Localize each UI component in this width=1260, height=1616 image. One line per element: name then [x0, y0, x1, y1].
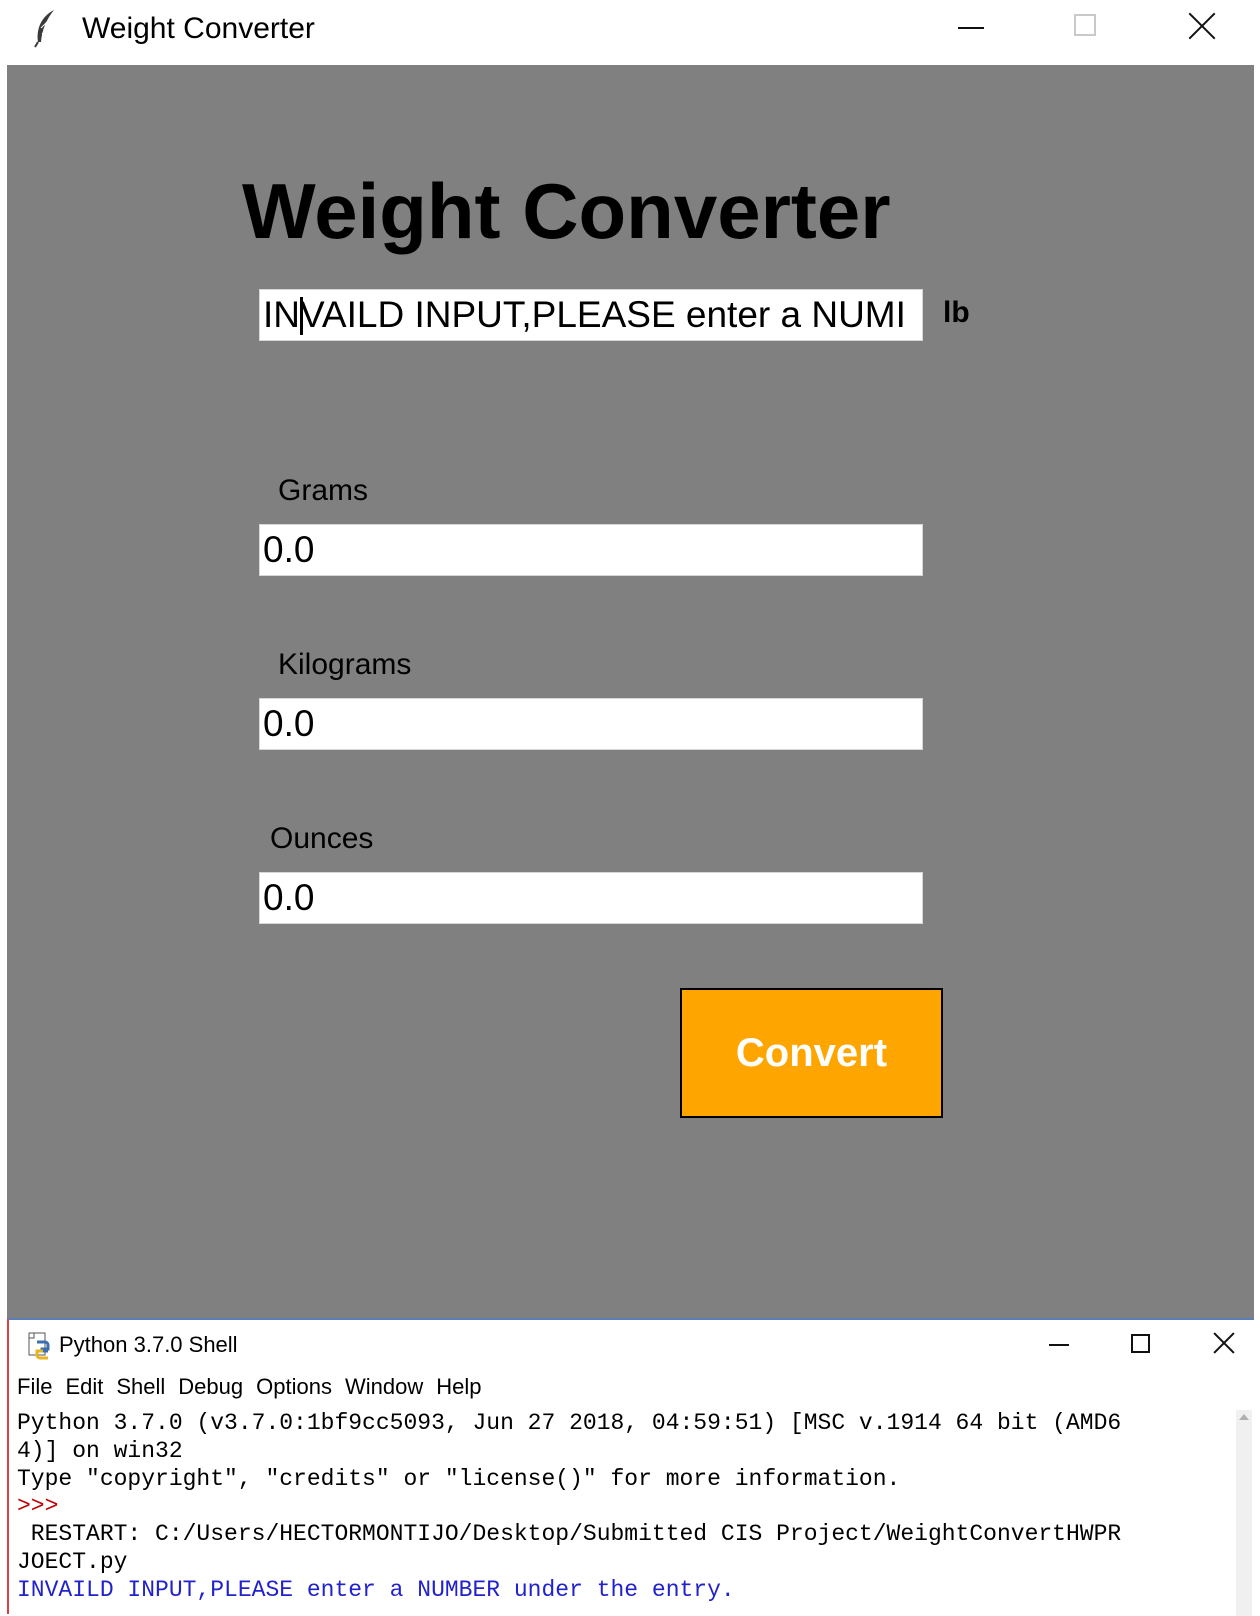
grams-label: Grams [278, 474, 368, 507]
menu-debug[interactable]: Debug [178, 1374, 243, 1404]
shell-maximize-button[interactable] [1107, 1320, 1177, 1368]
ounces-label: Ounces [270, 822, 374, 855]
kilograms-field[interactable]: 0.0 [259, 698, 923, 750]
shell-line: 4)] on win32 [17, 1437, 183, 1464]
maximize-button [1038, 0, 1130, 56]
grams-value: 0.0 [263, 529, 315, 570]
shell-stdout-line: INVAILD INPUT,PLEASE enter a NUMBER unde… [17, 1576, 735, 1603]
window-titlebar[interactable]: Weight Converter [0, 0, 1260, 64]
minimize-icon [1049, 1344, 1069, 1346]
pounds-unit-label: lb [943, 296, 970, 329]
shell-line: JOECT.py [17, 1548, 128, 1575]
text-cursor [300, 297, 303, 335]
maximize-icon [1131, 1334, 1150, 1353]
minimize-icon [958, 27, 984, 29]
shell-menubar: File Edit Shell Debug Options Window Hel… [17, 1374, 494, 1404]
shell-title: Python 3.7.0 Shell [59, 1332, 238, 1357]
shell-line: RESTART: C:/Users/HECTORMONTIJO/Desktop/… [17, 1521, 1122, 1548]
maximize-icon [1074, 14, 1096, 36]
grams-field[interactable]: 0.0 [259, 524, 923, 576]
menu-window[interactable]: Window [345, 1374, 423, 1404]
shell-prompt: >>> [17, 1493, 73, 1520]
pounds-input-value: INVAILD INPUT,PLEASE enter a NUMI [263, 294, 906, 335]
shell-scrollbar[interactable] [1236, 1410, 1252, 1616]
window-title: Weight Converter [82, 12, 315, 45]
kilograms-value: 0.0 [263, 703, 315, 744]
minimize-button[interactable] [924, 0, 1016, 56]
kilograms-label: Kilograms [278, 648, 412, 681]
menu-options[interactable]: Options [256, 1374, 332, 1404]
close-icon [1188, 12, 1216, 40]
menu-file[interactable]: File [17, 1374, 52, 1404]
shell-line: Type "copyright", "credits" or "license(… [17, 1465, 901, 1492]
shell-output[interactable]: Python 3.7.0 (v3.7.0:1bf9cc5093, Jun 27 … [17, 1410, 1237, 1616]
menu-help[interactable]: Help [436, 1374, 481, 1404]
ounces-field[interactable]: 0.0 [259, 872, 923, 924]
menu-edit[interactable]: Edit [65, 1374, 103, 1404]
python-shell-window: Python 3.7.0 Shell File Edit Shell Debug… [7, 1318, 1254, 1616]
menu-shell[interactable]: Shell [116, 1374, 165, 1404]
convert-button[interactable]: Convert [680, 988, 943, 1118]
close-icon [1213, 1332, 1235, 1354]
feather-icon [34, 10, 54, 48]
shell-minimize-button[interactable] [1025, 1320, 1095, 1368]
shell-close-button[interactable] [1189, 1320, 1259, 1368]
python-shell-icon [28, 1332, 50, 1360]
shell-titlebar[interactable]: Python 3.7.0 Shell [9, 1320, 1254, 1368]
weight-converter-window: Weight Converter Weight Converter INVAIL… [0, 0, 1260, 1318]
app-heading: Weight Converter [242, 167, 891, 255]
ounces-value: 0.0 [263, 877, 315, 918]
pounds-input[interactable]: INVAILD INPUT,PLEASE enter a NUMI [259, 289, 923, 341]
close-button[interactable] [1154, 0, 1246, 56]
shell-line: Python 3.7.0 (v3.7.0:1bf9cc5093, Jun 27 … [17, 1410, 1122, 1436]
scroll-up-arrow-icon[interactable] [1239, 1414, 1249, 1420]
